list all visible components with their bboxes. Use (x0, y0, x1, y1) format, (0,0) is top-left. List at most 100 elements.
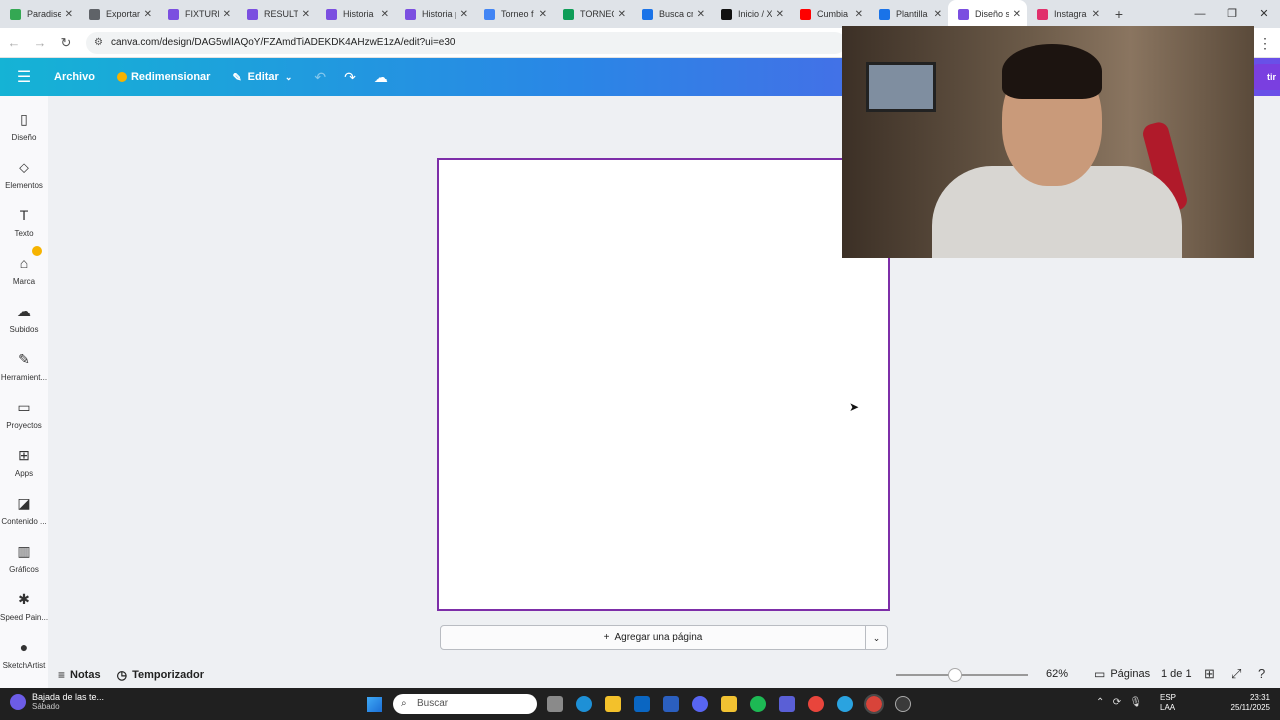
pages-button[interactable]: ▭ Páginas (1094, 667, 1150, 681)
timer-button[interactable]: ◷ Temporizador (117, 668, 204, 682)
outlook-icon[interactable] (634, 696, 650, 712)
browser-tab[interactable]: Historia ✕ (316, 0, 395, 28)
tab-close-icon[interactable]: ✕ (460, 9, 468, 20)
browser-tab[interactable]: Plantilla ✕ (869, 0, 948, 28)
tab-close-icon[interactable]: ✕ (144, 9, 152, 20)
back-icon[interactable]: ← (2, 35, 26, 50)
new-tab-button[interactable]: + (1106, 6, 1132, 22)
news-widget[interactable]: Bajada de las te... Sábado (10, 692, 104, 711)
add-page-button[interactable]: + Agregar una página (440, 625, 866, 650)
tab-close-icon[interactable]: ✕ (618, 9, 626, 20)
help-icon[interactable]: ? (1258, 666, 1265, 681)
maximize-icon[interactable]: ❐ (1216, 0, 1248, 28)
browser-tab[interactable]: Exportar ✕ (79, 0, 158, 28)
browser-tab[interactable]: RESULTA ✕ (237, 0, 316, 28)
browser-menu-icon[interactable]: ⋮ (1258, 28, 1272, 58)
fullscreen-icon[interactable]: ⤢ (1231, 666, 1241, 682)
hamburger-icon[interactable]: ☰ (0, 67, 48, 87)
browser-tab[interactable]: FIXTURE ✕ (158, 0, 237, 28)
tab-close-icon[interactable]: ✕ (776, 9, 784, 20)
tab-close-icon[interactable]: ✕ (1013, 9, 1021, 20)
sidebar-item-text[interactable]: T Texto (0, 206, 48, 238)
url-input[interactable]: ⚙ canva.com/design/DAG5wlIAQoY/FZAmdTiAD… (86, 31, 846, 54)
sidebar-item-tools[interactable]: ✎ Herramient... (0, 350, 48, 382)
file-explorer-icon[interactable] (721, 696, 737, 712)
tab-close-icon[interactable]: ✕ (65, 9, 73, 20)
plus-icon: + (603, 632, 610, 643)
sidebar-item-charts[interactable]: ▥ Gráficos (0, 542, 48, 574)
reload-icon[interactable]: ↻ (54, 35, 78, 51)
cloud-save-icon[interactable]: ☁ (374, 69, 388, 86)
sidebar-item-elements[interactable]: ⬦ Elementos (0, 158, 48, 190)
zoom-value[interactable]: 62% (1046, 668, 1068, 680)
undo-icon[interactable]: ↶ (314, 69, 326, 86)
tab-close-icon[interactable]: ✕ (697, 9, 705, 20)
redo-icon[interactable]: ↷ (344, 69, 356, 86)
tab-label: Torneo f (501, 9, 534, 19)
editar-button[interactable]: ✎ Editar ⌄ (232, 71, 292, 84)
browser-tab[interactable]: Torneo f ✕ (474, 0, 553, 28)
discord-icon[interactable] (692, 696, 708, 712)
sidebar-item-speed-paint[interactable]: ✱ Speed Pain... (0, 590, 48, 622)
browser-tab[interactable]: Historia p ✕ (395, 0, 474, 28)
browser-tab[interactable]: Inicio / X ✕ (711, 0, 790, 28)
sidebar-item-brand[interactable]: ⌂ Marca (0, 246, 48, 286)
close-window-icon[interactable]: ✕ (1248, 0, 1280, 28)
word-icon[interactable] (663, 696, 679, 712)
tab-close-icon[interactable]: ✕ (934, 9, 942, 20)
zoom-slider[interactable] (896, 668, 1028, 682)
design-page[interactable] (437, 158, 890, 611)
tab-close-icon[interactable]: ✕ (223, 9, 231, 20)
timer-icon: ◷ (116, 668, 128, 682)
spotify-icon[interactable] (750, 696, 766, 712)
window-controls: — ❐ ✕ (1184, 0, 1280, 28)
browser-tab[interactable]: Diseño s ✕ (948, 0, 1027, 28)
clock[interactable]: 23:31 25/11/2025 (1226, 693, 1270, 713)
browser-tab[interactable]: Instagra ✕ (1027, 0, 1106, 28)
tab-favicon-icon (800, 8, 811, 20)
sidebar-item-content[interactable]: ◪ Contenido ... (0, 494, 48, 526)
browser-tab[interactable]: Paradise ✕ (0, 0, 79, 28)
notes-button[interactable]: ≡ Notas (58, 668, 101, 682)
minimize-icon[interactable]: — (1184, 0, 1216, 28)
archivo-label: Archivo (54, 71, 95, 83)
obs-icon[interactable] (895, 696, 911, 712)
sidebar-item-apps[interactable]: ⊞ Apps (0, 446, 48, 478)
zoom-slider-knob[interactable] (948, 668, 962, 682)
chrome-icon[interactable] (808, 696, 824, 712)
browser-tab[interactable]: Busca cr ✕ (632, 0, 711, 28)
browser-tab[interactable]: Cumbia ✕ (790, 0, 869, 28)
add-page-options-chevron-icon[interactable]: ⌄ (865, 625, 888, 650)
telegram-icon[interactable] (837, 696, 853, 712)
task-view-icon[interactable] (547, 696, 563, 712)
grid-view-icon[interactable]: ⊞ (1204, 666, 1215, 682)
sidebar-item-design[interactable]: ▯ Diseño (0, 110, 48, 142)
redimensionar-button[interactable]: Redimensionar (116, 71, 210, 83)
teams-icon[interactable] (779, 696, 795, 712)
tab-label: Diseño s (975, 9, 1009, 19)
taskbar-search-input[interactable]: ⌕ Buscar (393, 694, 537, 714)
forward-icon[interactable]: → (28, 35, 52, 50)
tab-favicon-icon (721, 8, 732, 20)
browser-tab[interactable]: TORNEO ✕ (553, 0, 632, 28)
site-settings-icon[interactable]: ⚙ (94, 37, 103, 48)
system-tray[interactable]: ⌃ ⟳ 🎙 (1096, 697, 1142, 708)
tab-favicon-icon (1037, 8, 1048, 20)
tab-close-icon[interactable]: ✕ (381, 9, 389, 20)
windows-start-icon[interactable] (367, 697, 382, 712)
chrome-active-icon[interactable] (864, 694, 884, 714)
tab-close-icon[interactable]: ✕ (539, 9, 547, 20)
archivo-button[interactable]: Archivo (54, 71, 95, 83)
sidebar-item-folder[interactable]: ▭ Proyectos (0, 398, 48, 430)
tab-close-icon[interactable]: ✕ (302, 9, 310, 20)
sidebar-item-upload-cloud[interactable]: ☁ Subidos (0, 302, 48, 334)
store-icon[interactable] (605, 696, 621, 712)
tab-close-icon[interactable]: ✕ (855, 9, 863, 20)
edge-icon[interactable] (576, 696, 592, 712)
tab-close-icon[interactable]: ✕ (1092, 9, 1100, 20)
language-line-2: LAA (1160, 703, 1176, 712)
share-button[interactable]: tir (1252, 64, 1280, 90)
tab-favicon-icon (10, 8, 21, 20)
language-indicator[interactable]: ESP LAA (1160, 693, 1176, 713)
sidebar-item-sketch-artist[interactable]: ● SketchArtist (0, 638, 48, 670)
